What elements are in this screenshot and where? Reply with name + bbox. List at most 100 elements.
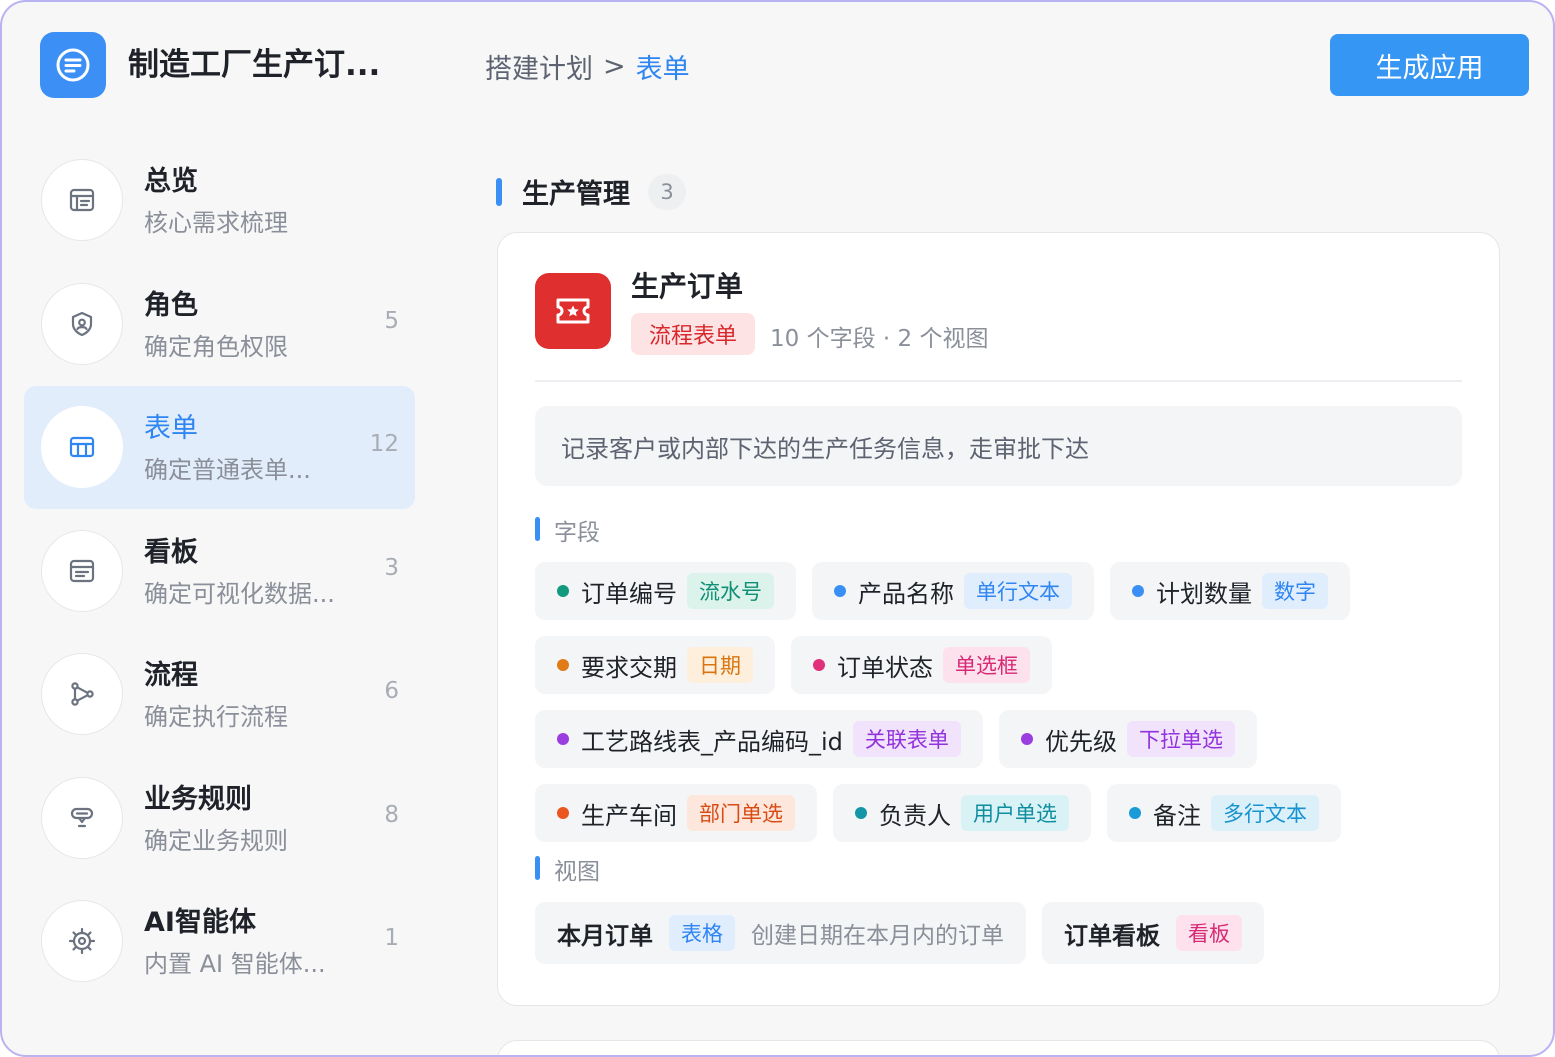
field-type-tag: 部门单选 bbox=[687, 795, 795, 831]
sidebar-item-dashboard[interactable]: 看板确定可视化数据... 3 bbox=[24, 510, 415, 633]
ai-agent-icon bbox=[41, 900, 123, 982]
sidebar-item-title: 业务规则 bbox=[144, 783, 252, 815]
view-description: 创建日期在本月内的订单 bbox=[751, 923, 1004, 949]
field-name: 订单状态 bbox=[837, 653, 933, 682]
sidebar-item-count: 5 bbox=[384, 307, 399, 334]
app-title: 制造工厂生产订... bbox=[128, 47, 381, 83]
view-chip[interactable]: 订单看板 看板 bbox=[1042, 902, 1264, 964]
field-chip[interactable]: 备注 多行文本 bbox=[1107, 784, 1341, 842]
field-dot bbox=[1132, 585, 1144, 597]
sidebar-item-subtitle: 确定业务规则 bbox=[144, 826, 288, 855]
view-type-tag: 表格 bbox=[669, 915, 735, 951]
sidebar-item-count: 3 bbox=[384, 554, 399, 581]
sidebar-item-title: 角色 bbox=[144, 289, 198, 321]
app-window: 制造工厂生产订... 搭建计划 > 表单 生成应用 总览核心需求梳理角色确定角色… bbox=[0, 0, 1555, 1057]
section-count-badge: 3 bbox=[648, 174, 686, 210]
field-type-tag: 数字 bbox=[1262, 573, 1328, 609]
form-meta: 10 个字段 · 2 个视图 bbox=[770, 326, 989, 352]
field-name: 备注 bbox=[1153, 801, 1201, 830]
divider bbox=[535, 380, 1462, 382]
field-name: 产品名称 bbox=[858, 579, 954, 608]
field-dot bbox=[813, 659, 825, 671]
sidebar-item-role-shield[interactable]: 角色确定角色权限 5 bbox=[24, 263, 415, 386]
form-name: 生产订单 bbox=[631, 270, 744, 303]
field-chip[interactable]: 生产车间 部门单选 bbox=[535, 784, 817, 842]
breadcrumb-current: 表单 bbox=[635, 53, 690, 85]
sidebar-item-title: 总览 bbox=[144, 166, 198, 197]
field-dot bbox=[1129, 807, 1141, 819]
sidebar-item-subtitle: 确定执行流程 bbox=[144, 703, 288, 731]
sidebar-item-title: 表单 bbox=[144, 413, 198, 444]
sidebar-item-subtitle: 确定可视化数据... bbox=[144, 579, 335, 608]
sidebar-item-count: 8 bbox=[384, 801, 399, 828]
field-name: 生产车间 bbox=[581, 801, 677, 830]
field-name: 负责人 bbox=[879, 801, 951, 830]
workflow-icon bbox=[41, 653, 123, 735]
field-type-tag: 单选框 bbox=[943, 647, 1030, 683]
sidebar-item-title: AI智能体 bbox=[144, 907, 256, 938]
form-type-badge: 流程表单 bbox=[631, 313, 756, 355]
field-chip[interactable]: 负责人 用户单选 bbox=[833, 784, 1091, 842]
breadcrumb: 搭建计划 > 表单 bbox=[485, 44, 690, 88]
view-name: 本月订单 bbox=[557, 921, 653, 950]
generate-app-button[interactable]: 生成应用 bbox=[1330, 34, 1529, 96]
sidebar-item-title: 流程 bbox=[144, 660, 198, 691]
sidebar-item-subtitle: 核心需求梳理 bbox=[144, 209, 288, 237]
field-type-tag: 用户单选 bbox=[961, 795, 1069, 831]
field-dot bbox=[855, 807, 867, 819]
field-dot bbox=[557, 733, 569, 745]
views-marker bbox=[535, 856, 540, 880]
field-chip[interactable]: 工艺路线表_产品编码_id 关联表单 bbox=[535, 710, 983, 768]
fields-marker bbox=[535, 517, 540, 541]
sidebar-item-count: 1 bbox=[384, 925, 399, 951]
role-shield-icon bbox=[41, 282, 123, 365]
sidebar-item-subtitle: 确定角色权限 bbox=[144, 332, 288, 361]
field-chip[interactable]: 优先级 下拉单选 bbox=[999, 710, 1257, 768]
breadcrumb-separator: > bbox=[603, 50, 626, 82]
sidebar-item-overview[interactable]: 总览 核心需求梳理 bbox=[24, 139, 415, 262]
field-name: 优先级 bbox=[1045, 727, 1117, 756]
field-type-tag: 多行文本 bbox=[1211, 795, 1319, 831]
view-type-tag: 看板 bbox=[1176, 915, 1242, 951]
section-title: 生产管理 bbox=[522, 179, 630, 210]
field-type-tag: 流水号 bbox=[687, 573, 774, 609]
sidebar-item-count: 12 bbox=[369, 431, 399, 457]
field-name: 工艺路线表_产品编码_id bbox=[581, 727, 843, 756]
sidebar-item-count: 6 bbox=[384, 678, 399, 704]
field-dot bbox=[557, 585, 569, 597]
views-heading: 视图 bbox=[554, 859, 600, 885]
field-chip[interactable]: 订单编号 流水号 bbox=[535, 562, 796, 620]
breadcrumb-plan[interactable]: 搭建计划 bbox=[485, 47, 593, 86]
form-table-icon bbox=[41, 406, 123, 488]
field-name: 订单编号 bbox=[581, 579, 677, 608]
field-dot bbox=[557, 659, 569, 671]
sidebar-item-title: 看板 bbox=[144, 536, 198, 568]
field-name: 要求交期 bbox=[581, 653, 677, 682]
sidebar-item-subtitle: 内置 AI 智能体... bbox=[144, 950, 326, 978]
business-rule-icon bbox=[41, 776, 123, 859]
view-chip[interactable]: 本月订单 表格 创建日期在本月内的订单 bbox=[535, 902, 1026, 964]
field-type-tag: 日期 bbox=[687, 647, 753, 683]
field-type-tag: 关联表单 bbox=[852, 721, 961, 757]
sidebar-item-ai-agent[interactable]: AI智能体内置 AI 智能体... 1 bbox=[24, 880, 415, 1003]
sidebar-item-business-rule[interactable]: 业务规则确定业务规则 8 bbox=[24, 757, 415, 880]
section-marker bbox=[496, 178, 502, 206]
field-chip[interactable]: 订单状态 单选框 bbox=[791, 636, 1052, 694]
field-type-tag: 单行文本 bbox=[964, 573, 1072, 609]
field-chip[interactable]: 计划数量 数字 bbox=[1110, 562, 1350, 620]
overview-icon bbox=[41, 159, 123, 241]
fields-heading: 字段 bbox=[554, 520, 600, 546]
field-dot bbox=[557, 807, 569, 819]
field-dot bbox=[1021, 733, 1033, 745]
ticket-icon bbox=[535, 273, 611, 349]
field-chip[interactable]: 产品名称 单行文本 bbox=[812, 562, 1094, 620]
sidebar-item-workflow[interactable]: 流程确定执行流程 6 bbox=[24, 633, 415, 756]
dashboard-icon bbox=[41, 529, 123, 612]
form-description: 记录客户或内部下达的生产任务信息，走审批下达 bbox=[535, 406, 1462, 486]
next-form-card[interactable] bbox=[497, 1040, 1500, 1055]
field-chip[interactable]: 要求交期 日期 bbox=[535, 636, 775, 694]
field-dot bbox=[834, 585, 846, 597]
app-logo-icon[interactable] bbox=[40, 32, 106, 98]
form-card[interactable]: 生产订单 流程表单 10 个字段 · 2 个视图 记录客户或内部下达的生产任务信… bbox=[497, 232, 1500, 1006]
sidebar-item-form-table[interactable]: 表单 确定普通表单... 12 bbox=[24, 386, 415, 509]
